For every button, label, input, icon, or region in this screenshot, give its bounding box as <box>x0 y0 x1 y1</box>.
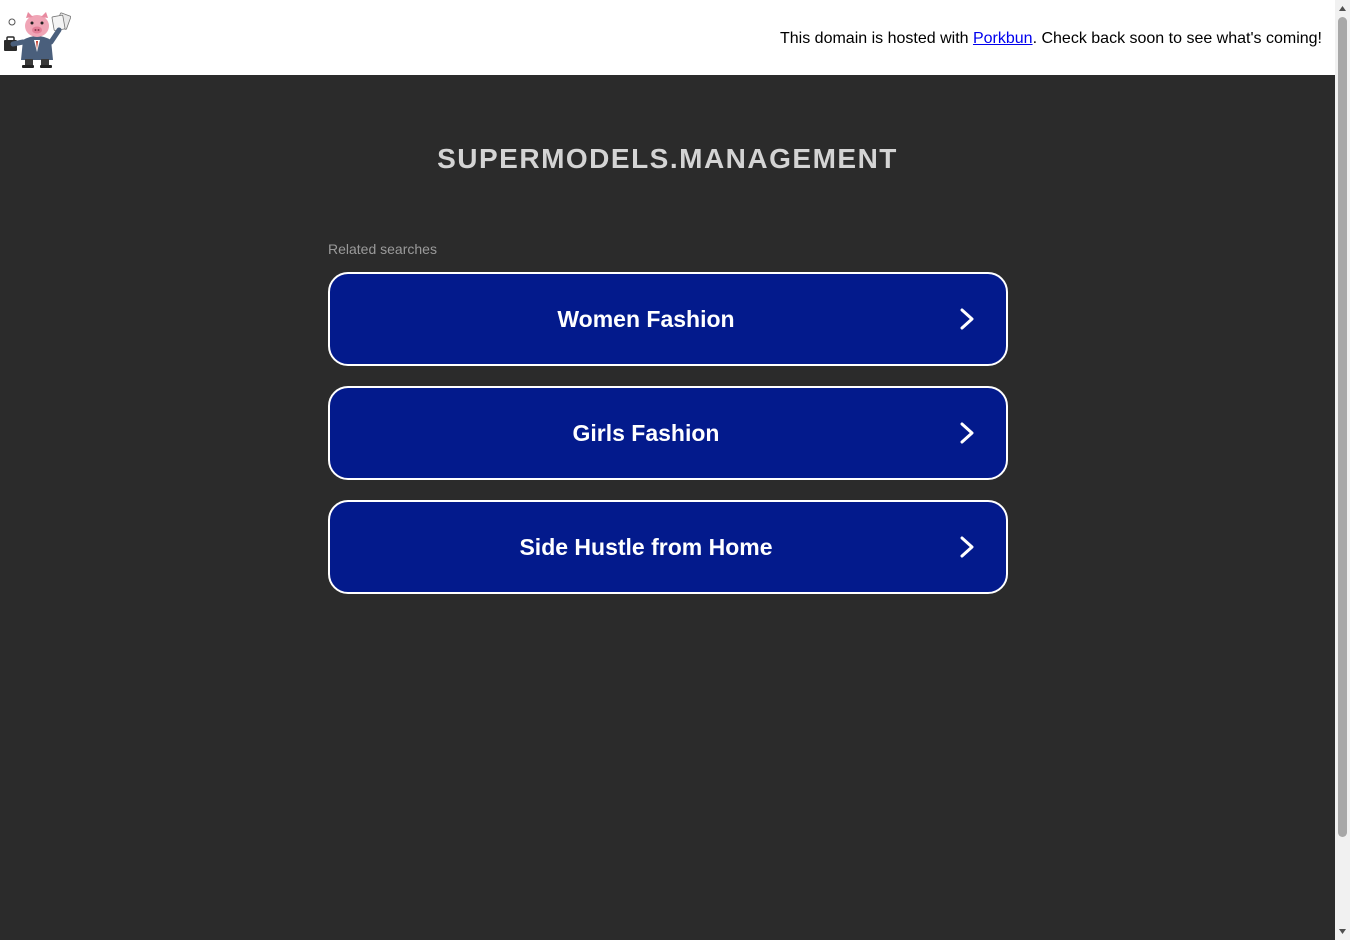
scroll-down-arrow-icon[interactable] <box>1338 926 1347 936</box>
main-content: SUPERMODELS.MANAGEMENT Related searches … <box>0 75 1335 940</box>
hosting-notice-prefix: This domain is hosted with <box>780 30 973 47</box>
chevron-right-icon <box>960 536 974 558</box>
related-searches-label: Related searches <box>328 241 437 257</box>
chevron-right-icon <box>960 308 974 330</box>
top-bar: This domain is hosted with Porkbun. Chec… <box>0 0 1335 75</box>
vertical-scrollbar[interactable] <box>1335 0 1350 940</box>
search-button-women-fashion[interactable]: Women Fashion <box>328 272 1008 366</box>
search-button-label: Side Hustle from Home <box>519 534 773 560</box>
scrollbar-thumb[interactable] <box>1338 17 1347 837</box>
hosting-notice-suffix: . Check back soon to see what's coming! <box>1032 30 1322 47</box>
related-searches-list: Women Fashion Girls Fashion Side Hustle … <box>328 272 1008 614</box>
search-button-label: Women Fashion <box>557 306 735 332</box>
porkbun-link[interactable]: Porkbun <box>973 30 1033 47</box>
scroll-up-arrow-icon[interactable] <box>1338 4 1347 14</box>
chevron-right-icon <box>960 422 974 444</box>
search-button-side-hustle[interactable]: Side Hustle from Home <box>328 500 1008 594</box>
search-button-label: Girls Fashion <box>572 420 720 446</box>
pig-businessman-icon[interactable] <box>3 10 71 68</box>
hosting-notice: This domain is hosted with Porkbun. Chec… <box>780 30 1322 48</box>
search-button-girls-fashion[interactable]: Girls Fashion <box>328 386 1008 480</box>
domain-title: SUPERMODELS.MANAGEMENT <box>437 143 898 174</box>
